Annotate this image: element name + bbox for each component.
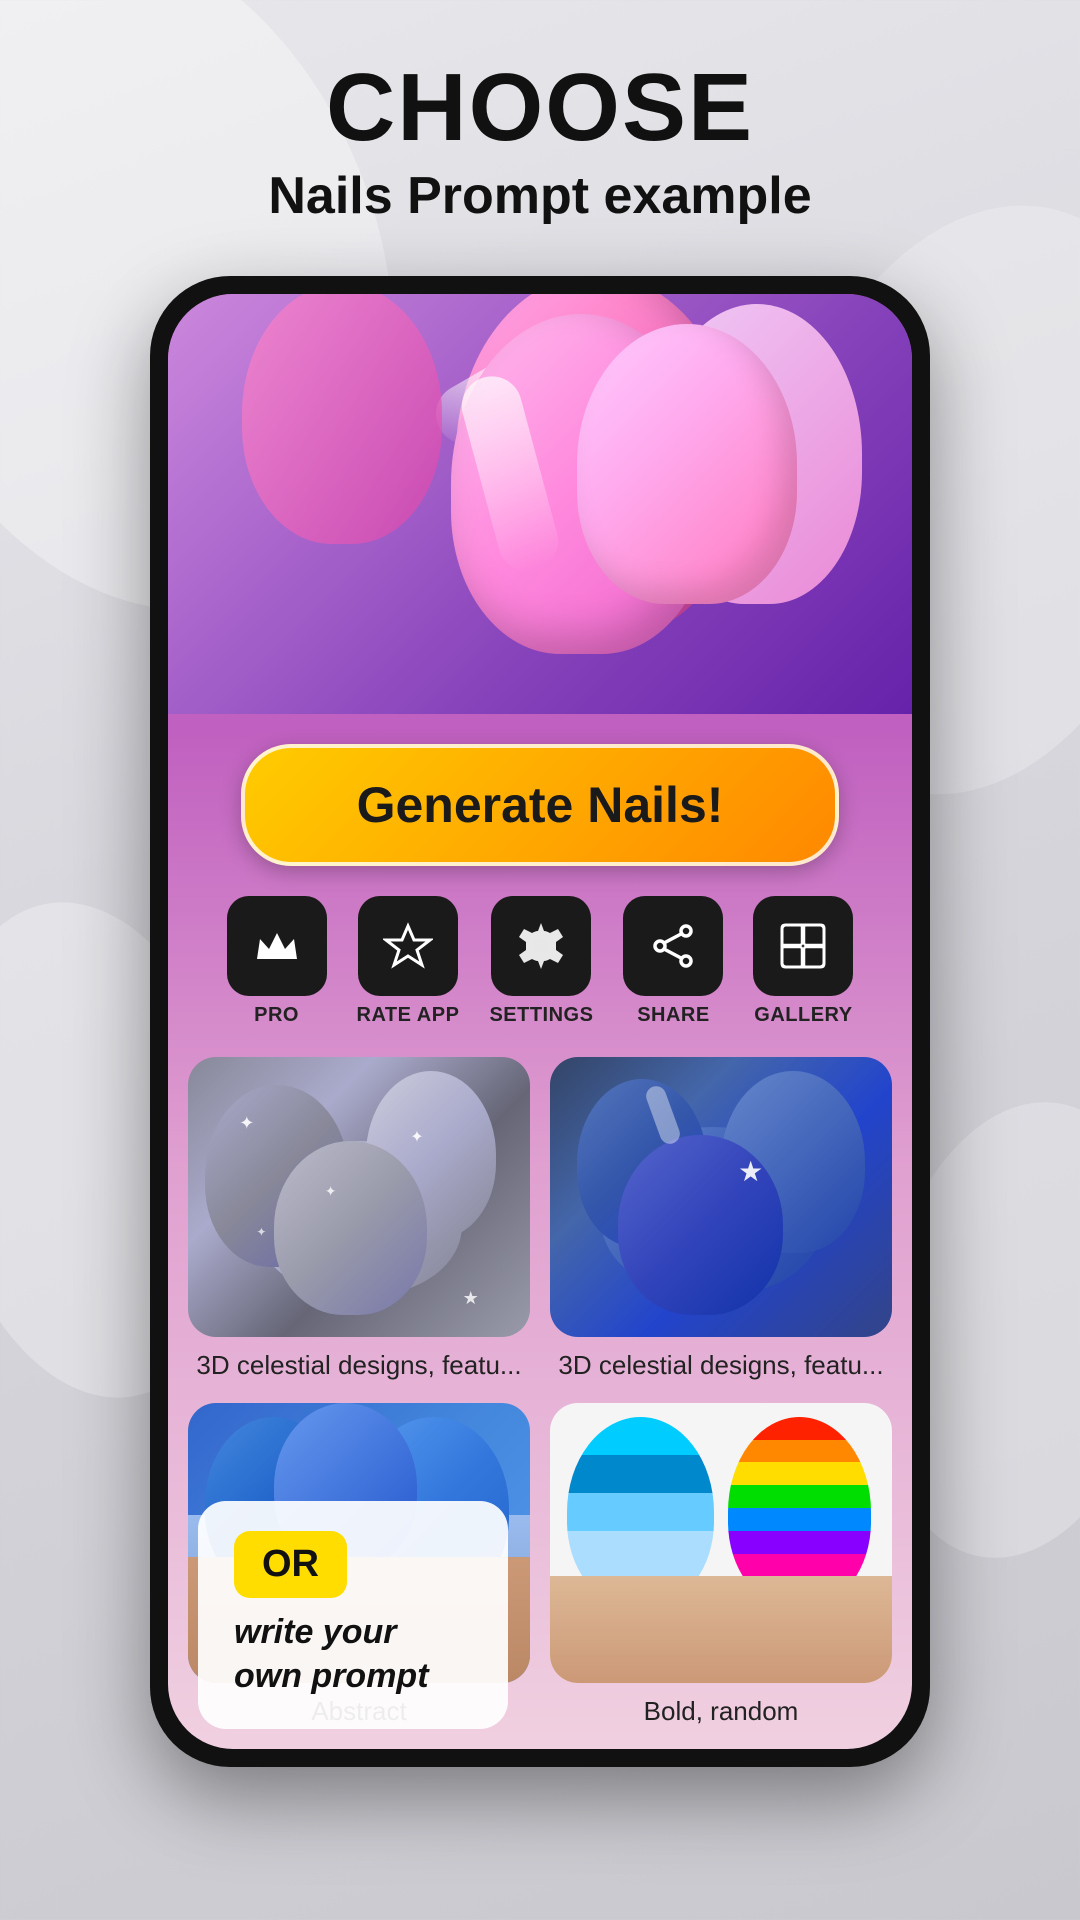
grid-item-1[interactable]: ✦ ✦ ✦ ✦ ★ 3D celestial designs, featu... (188, 1057, 530, 1383)
hero-nail-visual (168, 294, 912, 714)
grid-label-1: 3D celestial designs, featu... (196, 1349, 521, 1383)
phone-mockup: Generate Nails! PRO (150, 276, 930, 1767)
grid-item-4[interactable]: Bold, random (550, 1403, 892, 1729)
share-icon (648, 921, 698, 971)
nail-visual-2: ★ (550, 1057, 892, 1337)
star-icon (383, 921, 433, 971)
grid-label-2: 3D celestial designs, featu... (558, 1349, 883, 1383)
action-pro[interactable]: PRO (227, 896, 327, 1027)
grid-label-4: Bold, random (644, 1695, 799, 1729)
hero-image-area (168, 294, 912, 714)
or-text: write your own prompt (234, 1610, 472, 1698)
generate-nails-button[interactable]: Generate Nails! (241, 744, 839, 866)
or-overlay: OR write your own prompt (198, 1501, 508, 1728)
nail-shape-3 (652, 304, 862, 604)
grid-item-2[interactable]: ★ 3D celestial designs, featu... (550, 1057, 892, 1383)
action-gallery[interactable]: GALLERY (753, 896, 853, 1027)
nail-shape-1 (242, 294, 442, 544)
pro-label: PRO (254, 1004, 299, 1027)
gallery-icon-box (753, 896, 853, 996)
grid-image-4 (550, 1403, 892, 1683)
page-title: CHOOSE (326, 60, 754, 156)
gallery-label: GALLERY (754, 1004, 852, 1027)
phone-screen: Generate Nails! PRO (168, 294, 912, 1749)
gear-icon (516, 921, 566, 971)
rate-app-label: RATE APP (357, 1004, 460, 1027)
action-settings[interactable]: SETTINGS (489, 896, 593, 1027)
nail-visual-4 (550, 1403, 892, 1683)
action-share[interactable]: SHARE (623, 896, 723, 1027)
settings-icon-box (491, 896, 591, 996)
share-icon-box (623, 896, 723, 996)
grid-image-2: ★ (550, 1057, 892, 1337)
settings-label: SETTINGS (489, 1004, 593, 1027)
or-badge: OR (234, 1531, 347, 1598)
generate-btn-container: Generate Nails! (168, 714, 912, 886)
actions-row: PRO RATE APP (207, 886, 874, 1047)
gallery-icon (778, 921, 828, 971)
grid-image-1: ✦ ✦ ✦ ✦ ★ (188, 1057, 530, 1337)
share-label: SHARE (637, 1004, 710, 1027)
crown-icon (252, 921, 302, 971)
action-rate-app[interactable]: RATE APP (357, 896, 460, 1027)
pro-icon-box (227, 896, 327, 996)
rate-app-icon-box (358, 896, 458, 996)
nail-visual-1: ✦ ✦ ✦ ✦ ★ (188, 1057, 530, 1337)
page-subtitle: Nails Prompt example (268, 166, 811, 226)
